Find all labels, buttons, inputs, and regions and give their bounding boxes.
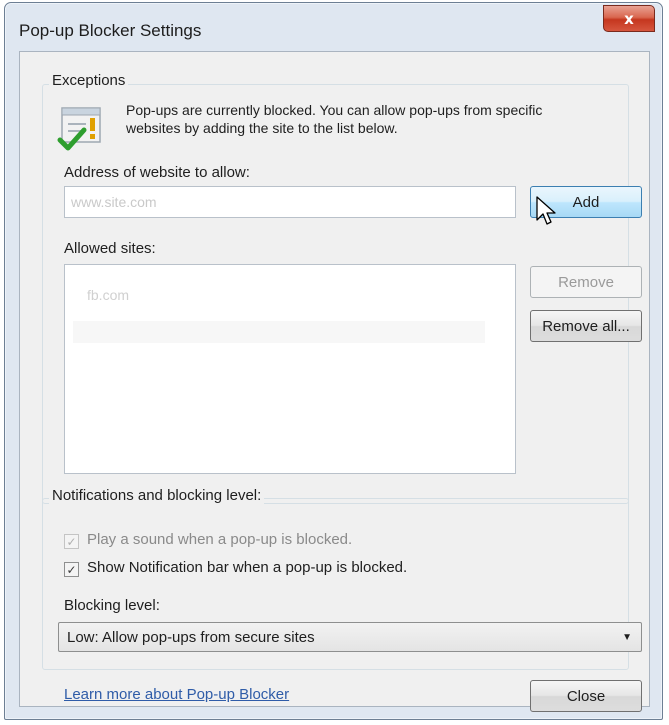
play-sound-label: Play a sound when a pop-up is blocked.	[87, 531, 353, 548]
address-input-value: www.site.com	[71, 194, 157, 210]
dialog-title: Pop-up Blocker Settings	[19, 21, 202, 40]
close-window-button[interactable]: x	[603, 5, 655, 32]
list-item[interactable]: fb.com	[87, 287, 129, 303]
close-button-label: Close	[566, 687, 606, 705]
add-button-label: Add	[572, 193, 600, 211]
address-input[interactable]: www.site.com	[64, 186, 516, 218]
blocking-level-label: Blocking level:	[64, 597, 160, 614]
show-bar-label: Show Notification bar when a pop-up is b…	[87, 559, 408, 576]
remove-all-button-label: Remove all...	[542, 317, 630, 335]
blocked-info-line-2: websites by adding the site to the list …	[126, 120, 398, 136]
close-button[interactable]: Close	[530, 680, 642, 712]
warning-shield-icon	[57, 107, 101, 151]
dialog-content: Exceptions Pop-ups are currently blocked…	[19, 51, 650, 712]
learn-more-link[interactable]: Learn more about Pop-up Blocker	[64, 686, 289, 703]
dialog-window: Pop-up Blocker Settings x Exceptions Pop…	[4, 2, 663, 720]
show-bar-checkbox[interactable]: ✓	[64, 562, 79, 577]
remove-all-button[interactable]: Remove all...	[530, 310, 642, 342]
play-sound-checkbox[interactable]: ✓	[64, 534, 79, 549]
remove-button[interactable]: Remove	[530, 266, 642, 298]
chevron-down-icon: ▼	[622, 632, 632, 643]
allowed-sites-list[interactable]: fb.com	[64, 264, 516, 474]
blocking-level-value: Low: Allow pop-ups from secure sites	[67, 628, 315, 646]
blocked-info-line-1: Pop-ups are currently blocked. You can a…	[126, 102, 543, 118]
allowed-sites-label: Allowed sites:	[64, 240, 156, 257]
exceptions-legend: Exceptions	[49, 72, 129, 89]
mouse-pointer-icon	[536, 196, 556, 225]
close-icon: x	[624, 9, 634, 28]
address-label: Address of website to allow:	[64, 164, 250, 181]
remove-button-label: Remove	[558, 273, 614, 291]
list-item-highlight	[73, 321, 485, 343]
notifications-legend: Notifications and blocking level:	[49, 487, 265, 504]
blocking-level-select[interactable]: Low: Allow pop-ups from secure sites ▼	[58, 622, 642, 652]
